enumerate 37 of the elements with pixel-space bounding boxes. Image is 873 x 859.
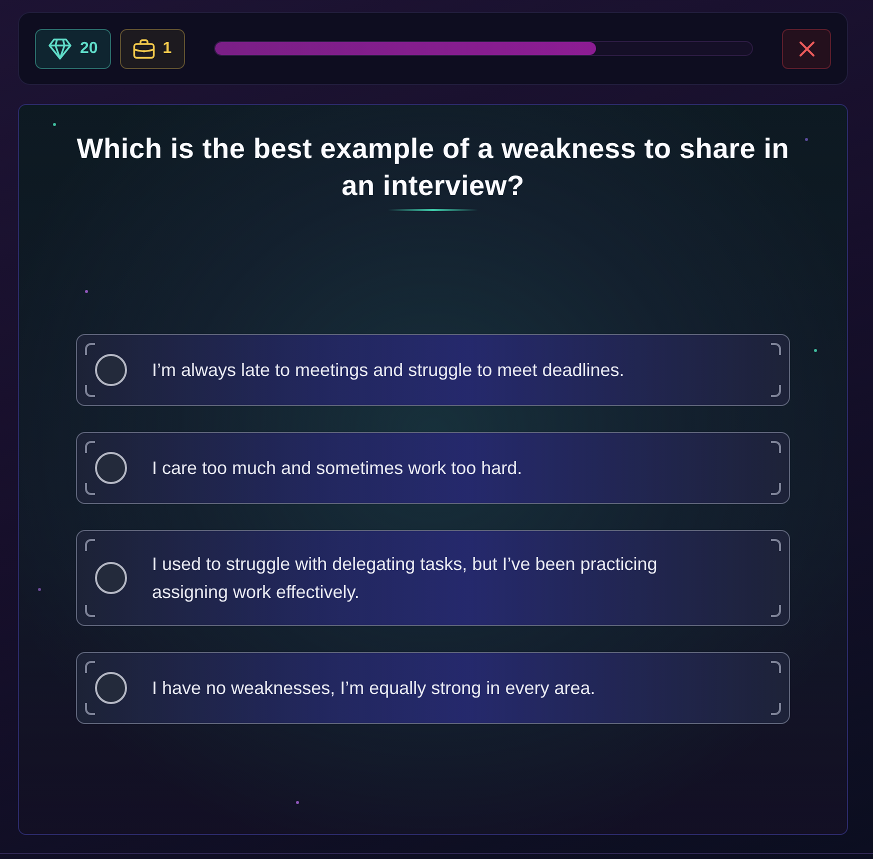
answer-option[interactable]: I care too much and sometimes work too hard.: [76, 432, 790, 504]
corner-bracket-icon: [771, 483, 781, 495]
sparkle-dot-icon: [53, 123, 56, 126]
corner-bracket-icon: [771, 343, 781, 355]
corner-bracket-icon: [85, 441, 95, 453]
corner-bracket-icon: [771, 441, 781, 453]
corner-bracket-icon: [771, 539, 781, 551]
corner-bracket-icon: [771, 385, 781, 397]
corner-bracket-icon: [85, 539, 95, 551]
corner-bracket-icon: [771, 703, 781, 715]
close-button[interactable]: [782, 28, 831, 68]
corner-bracket-icon: [85, 343, 95, 355]
count-label: 20: [80, 38, 98, 58]
radio-button[interactable]: [95, 354, 127, 386]
corner-bracket-icon: [771, 661, 781, 673]
sparkle-dot-icon: [38, 588, 41, 591]
corner-bracket-icon: [85, 385, 95, 397]
corner-bracket-icon: [771, 605, 781, 617]
answer-option[interactable]: I’m always late to meetings and struggle to meet deadlines.: [76, 334, 790, 406]
corner-bracket-icon: [85, 483, 95, 495]
answer-option[interactable]: I used to struggle with delegating tasks, but I’ve been practicing assigning work effectively.: [76, 530, 790, 626]
corner-bracket-icon: [85, 661, 95, 673]
sparkle-dot-icon: [85, 290, 88, 293]
briefcase-icon: [132, 38, 155, 58]
sparkle-dot-icon: [814, 349, 817, 352]
question-title: Which is the best example of a weakness to share in an interview?: [76, 132, 790, 203]
radio-button[interactable]: [95, 452, 127, 484]
corner-bracket-icon: [85, 703, 95, 715]
gem-icon: [48, 38, 72, 60]
answer-option[interactable]: I have no weaknesses, I’m equally strong in every area.: [76, 652, 790, 724]
sparkle-dot-icon: [296, 801, 299, 804]
count-label: 1: [162, 38, 172, 58]
radio-button[interactable]: [95, 672, 127, 704]
radio-button[interactable]: [95, 562, 127, 594]
corner-bracket-icon: [85, 605, 95, 617]
close-icon: [798, 40, 814, 56]
sparkle-dot-icon: [805, 138, 808, 141]
